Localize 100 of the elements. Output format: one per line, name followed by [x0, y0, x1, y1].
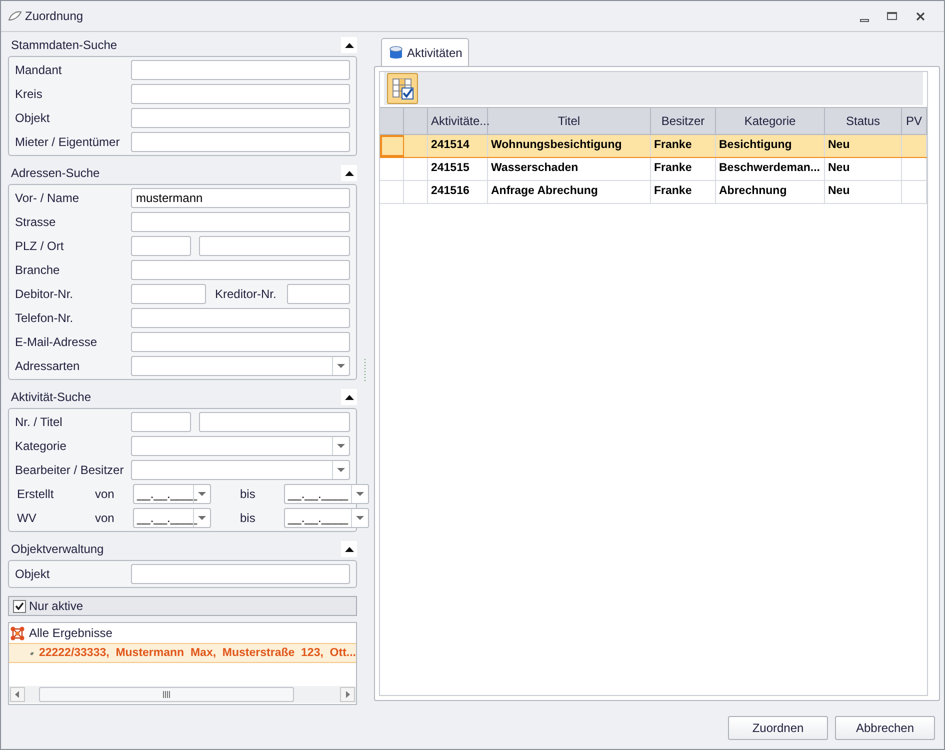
column-header[interactable]: Titel — [488, 108, 651, 134]
table-cell: Wohnungsbesichtigung — [488, 135, 651, 157]
combo-field[interactable]: __.__.____ — [284, 508, 370, 528]
dropdown-arrow-icon — [337, 444, 345, 448]
app-icon — [8, 10, 22, 22]
combo-field[interactable] — [131, 460, 350, 480]
table-cell: Neu — [825, 181, 902, 203]
check-icon — [15, 602, 24, 610]
input-field[interactable] — [131, 108, 350, 128]
column-header[interactable]: Besitzer — [651, 108, 716, 134]
section-title: Stammdaten-Suche — [11, 37, 118, 54]
table-cell: Besichtigung — [716, 135, 825, 157]
input-field[interactable] — [131, 308, 350, 328]
field-label: Vor- / Name — [15, 190, 80, 207]
table-cell: 241515 — [428, 158, 488, 180]
collapse-icon — [344, 394, 354, 400]
collapse-icon — [344, 546, 354, 552]
collapse-button[interactable] — [341, 37, 357, 53]
field-label: Telefon-Nr. — [15, 310, 74, 327]
table-row[interactable]: 241516 Anfrage Abrechung Franke Abrechnung Neu — [380, 181, 927, 204]
input-field[interactable] — [131, 236, 191, 256]
scroll-left-icon[interactable] — [10, 687, 25, 702]
table-cell: Franke — [651, 158, 716, 180]
table-cell: 241514 — [428, 135, 488, 157]
input-field[interactable] — [131, 60, 350, 80]
input-field[interactable] — [199, 236, 350, 256]
input-field[interactable] — [131, 332, 350, 352]
field-label: Strasse — [15, 214, 57, 231]
section-title: Aktivität-Suche — [11, 389, 92, 406]
combo-field[interactable]: __.__.____ — [284, 484, 370, 504]
input-field[interactable] — [131, 564, 350, 584]
table-cell: Neu — [825, 158, 902, 180]
close-icon — [916, 12, 924, 20]
input-field[interactable]: mustermann — [131, 188, 350, 208]
field-label: Debitor-Nr. — [15, 286, 74, 303]
collapse-button[interactable] — [341, 541, 357, 557]
collapse-button[interactable] — [341, 165, 357, 181]
collapse-icon — [344, 42, 354, 48]
field-label: Erstellt — [16, 486, 55, 503]
field-label: Branche — [15, 262, 61, 279]
dropdown-arrow-icon — [337, 364, 345, 368]
field-label: Kreditor-Nr. — [215, 286, 278, 303]
field-label: E-Mail-Adresse — [15, 334, 98, 351]
input-field[interactable] — [131, 260, 350, 280]
field-label: PLZ / Ort — [15, 238, 65, 255]
scrollbar-thumb[interactable] — [39, 687, 294, 702]
input-field[interactable] — [131, 84, 350, 104]
collapse-button[interactable] — [341, 389, 357, 405]
combo-field[interactable]: __.__.____ — [133, 484, 211, 504]
field-label: Kreis — [15, 86, 44, 103]
input-field[interactable] — [131, 212, 350, 232]
combo-field[interactable] — [131, 436, 350, 456]
column-header[interactable]: Kategorie — [716, 108, 825, 134]
table-cell: Anfrage Abrechung — [488, 181, 651, 203]
table-cell: Franke — [651, 181, 716, 203]
field-label: Mieter / Eigentümer — [15, 134, 121, 151]
field-label: WV — [16, 510, 38, 527]
input-field[interactable] — [131, 284, 206, 304]
dropdown-arrow-icon — [337, 468, 345, 472]
table-row[interactable]: 241515 Wasserschaden Franke Beschwerdeman... Neu — [380, 158, 927, 181]
field-label: Kategorie — [15, 438, 68, 455]
field-label: bis — [240, 486, 256, 503]
dialog-button[interactable]: Abbrechen — [835, 716, 935, 740]
tree-item[interactable]: Alle Ergebnisse — [9, 623, 356, 644]
cylinder-icon — [388, 45, 404, 60]
collapse-icon — [344, 170, 354, 176]
combo-field[interactable]: __.__.____ — [133, 508, 211, 528]
field-label: Bearbeiter / Besitzer — [15, 462, 125, 479]
maximize-button[interactable] — [885, 10, 899, 22]
input-field[interactable] — [131, 132, 350, 152]
scroll-right-icon[interactable] — [340, 687, 355, 702]
network-icon — [10, 626, 25, 641]
field-label: bis — [240, 510, 256, 527]
input-field[interactable] — [199, 412, 350, 432]
combo-field[interactable] — [131, 356, 350, 376]
horizontal-scrollbar[interactable] — [9, 686, 356, 703]
column-chooser-button[interactable] — [387, 73, 418, 104]
checkbox[interactable] — [13, 600, 26, 613]
column-header[interactable]: Aktivitäte... — [428, 108, 488, 134]
field-label: von — [95, 510, 116, 527]
table-cell: Beschwerdeman... — [716, 158, 825, 180]
column-header[interactable]: PV — [902, 108, 927, 134]
input-field[interactable] — [131, 412, 191, 432]
field-label: Objekt — [15, 566, 51, 583]
tab[interactable]: Aktivitäten — [381, 38, 470, 66]
dialog-button[interactable]: Zuordnen — [728, 716, 828, 740]
input-field[interactable] — [287, 284, 350, 304]
field-label: Nr. / Titel — [15, 414, 64, 431]
section-title: Adressen-Suche — [11, 165, 100, 182]
table-row[interactable]: 241514 Wohnungsbesichtigung Franke Besichtigung Neu — [380, 135, 927, 158]
field-label: Mandant — [15, 62, 63, 79]
field-label: von — [95, 486, 116, 503]
field-label: Adressarten — [15, 358, 81, 375]
dropdown-arrow-icon — [198, 492, 206, 496]
table-cell: Franke — [651, 135, 716, 157]
column-header[interactable]: Status — [825, 108, 902, 134]
table-cell: Wasserschaden — [488, 158, 651, 180]
dropdown-arrow-icon — [198, 516, 206, 520]
window-title: Zuordnung — [25, 8, 84, 25]
dropdown-arrow-icon — [356, 492, 364, 496]
